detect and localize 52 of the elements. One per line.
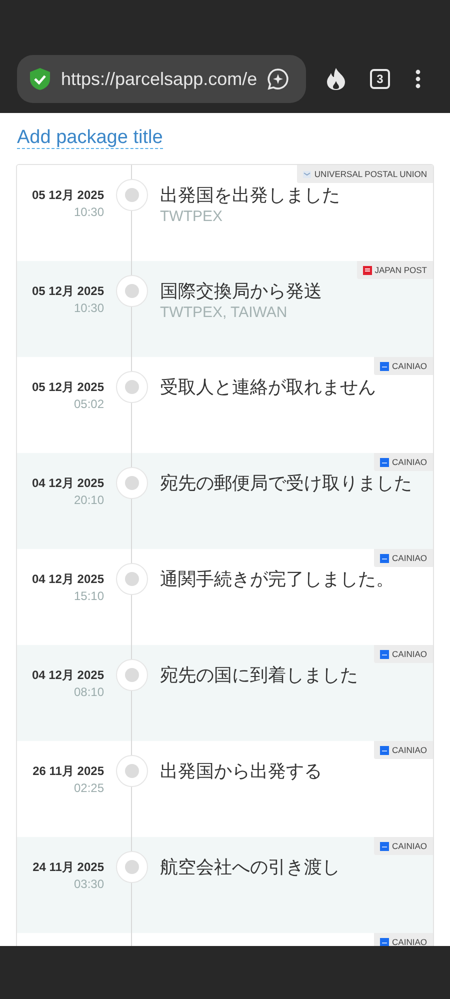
chat-sparkle-icon[interactable] — [266, 67, 290, 91]
carrier-tag: CAINIAO — [374, 357, 433, 375]
url-text: https://parcelsapp.com/e — [61, 68, 257, 91]
event-date: 04 12月 2025 — [32, 667, 104, 683]
flame-icon[interactable] — [325, 67, 347, 91]
carrier-logo-icon — [380, 554, 390, 562]
event-time: 15:10 — [74, 588, 104, 605]
event-status: 受取人と連絡が取れません — [160, 376, 376, 399]
carrier-tag: UNIVERSAL POSTAL UNION — [297, 165, 433, 183]
carrier-tag: JAPAN POST — [356, 261, 433, 279]
event-time: 02:25 — [74, 780, 104, 797]
event-location: TWTPEX, TAIWAN — [160, 303, 288, 323]
carrier-tag: CAINIAO — [374, 645, 433, 663]
more-options-icon[interactable] — [415, 69, 421, 89]
carrier-tag: CAINIAO — [374, 933, 433, 946]
event-time: 20:10 — [74, 492, 104, 509]
event-date: 05 12月 2025 — [32, 283, 104, 299]
carrier-logo-icon — [380, 842, 390, 850]
carrier-logo-icon — [362, 266, 372, 274]
carrier-tag: CAINIAO — [374, 453, 433, 471]
carrier-logo-icon — [380, 458, 390, 466]
event-status: 出発国から出発する — [160, 760, 322, 783]
event-status: 宛先の国に到着しました — [160, 664, 358, 687]
event-status: 出発国を出発しました — [160, 184, 340, 207]
carrier-logo-icon — [380, 650, 390, 658]
carrier-logo-icon — [380, 938, 390, 946]
address-bar[interactable]: https://parcelsapp.com/e — [17, 55, 306, 103]
event-time: 03:30 — [74, 876, 104, 893]
event-date: 05 12月 2025 — [32, 379, 104, 395]
shield-icon — [28, 67, 52, 91]
event-status: 宛先の郵便局で受け取りました — [160, 472, 412, 495]
carrier-logo-icon — [380, 746, 390, 754]
event-time: 05:02 — [74, 396, 104, 413]
event-time: 10:30 — [74, 204, 104, 221]
event-status: 航空会社への引き渡し — [160, 856, 340, 879]
carrier-logo-icon — [380, 362, 390, 370]
event-date: 05 12月 2025 — [32, 187, 104, 203]
event-time: 08:10 — [74, 684, 104, 701]
event-status: 国際交換局から発送 — [160, 280, 322, 303]
carrier-tag: CAINIAO — [374, 549, 433, 567]
envelope-icon — [303, 170, 312, 178]
event-date: 24 11月 2025 — [32, 859, 104, 875]
event-date: 26 11月 2025 — [32, 763, 104, 779]
event-status: 通関手続きが完了しました。 — [160, 568, 394, 591]
tab-count-button[interactable]: 3 — [370, 69, 390, 89]
event-date: 04 12月 2025 — [32, 571, 104, 587]
event-location: TWTPEX — [160, 207, 222, 227]
add-title-link[interactable]: Add package title — [17, 127, 163, 149]
event-time: 10:30 — [74, 300, 104, 317]
carrier-tag: CAINIAO — [374, 741, 433, 759]
event-date: 04 12月 2025 — [32, 475, 104, 491]
carrier-tag: CAINIAO — [374, 837, 433, 855]
